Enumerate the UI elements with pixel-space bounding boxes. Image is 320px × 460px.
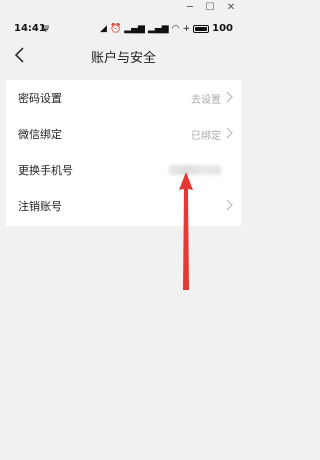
settings-item-delete-account[interactable]: 注销账号 [6,188,241,224]
settings-item-password[interactable]: 密码设置 去设置 [6,80,241,116]
signal-icon: ▂▄▆ [147,23,169,34]
status-time: 14:41 [14,23,46,34]
settings-item-label: 微信绑定 [18,128,62,141]
silent-icon: ◢ [100,23,107,34]
signal-icon: ▂▄▆ [124,23,145,34]
red-arrow-annotation [179,172,193,290]
settings-item-wechat[interactable]: 微信绑定 已绑定 [6,116,241,152]
close-icon[interactable]: ✕ [224,2,238,14]
page-title: 账户与安全 [90,51,156,66]
settings-item-value: 已绑定 [191,131,221,142]
chevron-right-icon [226,199,233,211]
settings-item-value: 去设置 [191,95,221,106]
battery-level: 100 [212,23,233,34]
settings-item-label: 更换手机号 [18,164,73,177]
status-icons: ◢ ⏰ ▂▄▆ ▂▄▆ ◠ + 100 [100,23,233,34]
maximize-icon[interactable]: ☐ [203,2,217,14]
settings-item-change-phone[interactable]: 更换手机号 [6,152,241,188]
status-bar: 14:41 ψ ◢ ⏰ ▂▄▆ ▂▄▆ ◠ + 100 [0,18,247,40]
chevron-right-icon [226,91,233,103]
wifi-icon: ◠ [171,23,180,34]
settings-item-label: 注销账号 [18,200,62,213]
charging-icon: + [182,23,191,34]
nav-bar: 账户与安全 [0,40,247,72]
battery-icon [193,24,210,33]
chevron-right-icon [226,127,233,139]
settings-list: 密码设置 去设置 微信绑定 已绑定 更换手机号 注销账号 [6,80,241,226]
alarm-icon: ⏰ [109,23,122,34]
settings-item-label: 密码设置 [18,92,62,105]
usb-icon: ψ [43,23,49,33]
minimize-icon[interactable]: ─ [183,2,197,14]
window-controls: ─ ☐ ✕ [0,0,247,18]
